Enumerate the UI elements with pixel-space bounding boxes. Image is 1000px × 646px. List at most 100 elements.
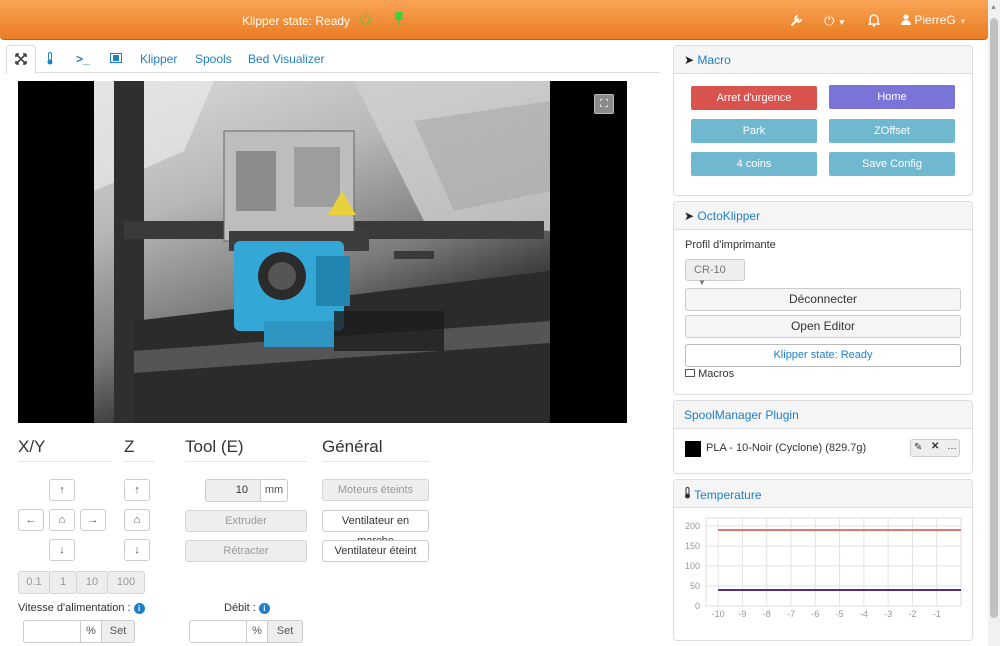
chart-x-tick-label: -10 bbox=[712, 609, 725, 619]
spool-label: PLA - 10-Noir (Cyclone) (829.7g) bbox=[706, 442, 867, 454]
home-button[interactable]: Home bbox=[829, 85, 955, 109]
feed-rate-input[interactable] bbox=[23, 620, 81, 643]
list-icon bbox=[685, 369, 695, 377]
arrow-up-icon: ↑ bbox=[59, 484, 65, 496]
tool-divider bbox=[185, 461, 307, 462]
chart-x-tick-label: -4 bbox=[860, 609, 868, 619]
zoffset-button[interactable]: ZOffset bbox=[829, 119, 955, 143]
scrollbar-thumb[interactable] bbox=[990, 18, 998, 618]
tab-temperature[interactable] bbox=[38, 45, 62, 74]
octoklipper-panel-header[interactable]: ➤ OctoKlipper bbox=[674, 202, 972, 230]
webcam-image bbox=[94, 81, 550, 423]
user-menu[interactable]: PierreG ▼ bbox=[901, 13, 967, 27]
arrow-up-icon: ↑ bbox=[134, 484, 140, 496]
chart-x-tick-label: -6 bbox=[811, 609, 819, 619]
tab-spools[interactable]: Spools bbox=[187, 45, 240, 74]
home-icon: ⌂ bbox=[133, 514, 141, 526]
extrude-button[interactable]: Extruder bbox=[185, 510, 307, 532]
scroll-up-icon[interactable]: ▲ bbox=[990, 4, 997, 11]
park-button[interactable]: Park bbox=[691, 119, 817, 143]
chart-y-tick-label: 150 bbox=[685, 541, 700, 551]
save-config-button[interactable]: Save Config bbox=[829, 152, 955, 176]
fullscreen-button[interactable]: ⛶ bbox=[594, 94, 614, 114]
terminal-icon: >_ bbox=[76, 52, 90, 66]
spool-actions: ✎ ✕ … bbox=[910, 439, 960, 457]
tab-bed-visualizer[interactable]: Bed Visualizer bbox=[240, 45, 333, 74]
edit-icon[interactable]: ✎ bbox=[914, 442, 922, 453]
jog-x-plus-button[interactable]: → bbox=[80, 509, 106, 531]
thermometer-icon bbox=[47, 52, 53, 65]
spoolmanager-panel-header[interactable]: SpoolManager Plugin bbox=[674, 401, 972, 429]
jog-y-minus-button[interactable]: ↓ bbox=[49, 539, 75, 561]
profile-select[interactable]: CR-10 ▼ bbox=[685, 259, 745, 287]
feed-rate-unit: % bbox=[80, 620, 102, 643]
jog-x-minus-button[interactable]: ← bbox=[18, 509, 44, 531]
feed-rate-set-button[interactable]: Set bbox=[101, 620, 135, 643]
arrow-right-icon: → bbox=[87, 514, 99, 526]
z-heading: Z bbox=[124, 437, 135, 456]
chart-x-tick-label: -5 bbox=[836, 609, 844, 619]
tab-klipper[interactable]: Klipper bbox=[132, 45, 185, 74]
distance-10-button[interactable]: 10 bbox=[76, 571, 108, 594]
info-icon[interactable]: i bbox=[258, 603, 270, 614]
info-icon[interactable]: i bbox=[133, 603, 145, 614]
macro-panel-header[interactable]: ➤ Macro bbox=[674, 46, 972, 74]
feed-rate-text: Vitesse d'alimentation : bbox=[18, 602, 131, 614]
jog-y-plus-button[interactable]: ↑ bbox=[49, 479, 75, 501]
four-corners-button[interactable]: 4 coins bbox=[691, 152, 817, 176]
tool-heading: Tool (E) bbox=[185, 437, 244, 456]
extrude-amount-input[interactable]: 10 bbox=[205, 479, 261, 502]
temperature-chart: 0 50 100 150 200 -10 -9 -8 -7 -6 -5 -4 -3 -2 -1 bbox=[685, 517, 962, 619]
jog-z-minus-button[interactable]: ↓ bbox=[124, 539, 150, 561]
motors-off-button[interactable]: Moteurs éteints bbox=[322, 479, 429, 501]
power-icon[interactable]: ⏻ ▼ bbox=[824, 13, 846, 29]
distance-100-button[interactable]: 100 bbox=[107, 571, 145, 594]
spoolmanager-panel-title: SpoolManager Plugin bbox=[684, 408, 799, 422]
emergency-stop-button[interactable]: Arret d'urgence bbox=[691, 86, 817, 110]
chart-x-tick-label: -7 bbox=[787, 609, 795, 619]
home-xy-button[interactable]: ⌂ bbox=[49, 509, 75, 531]
webcam-stream: ⛶ bbox=[18, 81, 627, 423]
temperature-panel-title: Temperature bbox=[694, 488, 762, 502]
page-scrollbar[interactable]: ▲ bbox=[988, 0, 1000, 646]
distance-1-button[interactable]: 1 bbox=[49, 571, 77, 594]
fan-on-button[interactable]: Ventilateur en marche bbox=[322, 510, 429, 547]
fullscreen-icon: ⛶ bbox=[600, 98, 608, 110]
jog-z-plus-button[interactable]: ↑ bbox=[124, 479, 150, 501]
more-icon[interactable]: … bbox=[947, 441, 957, 452]
xy-divider bbox=[18, 461, 112, 462]
open-editor-button[interactable]: Open Editor bbox=[685, 315, 961, 338]
xy-heading: X/Y bbox=[18, 437, 46, 456]
home-z-button[interactable]: ⌂ bbox=[124, 509, 150, 531]
tab-terminal[interactable]: >_ bbox=[68, 45, 98, 74]
chart-x-tick-label: -3 bbox=[884, 609, 892, 619]
macros-link[interactable]: Macros bbox=[685, 368, 734, 380]
bell-icon[interactable] bbox=[868, 13, 880, 27]
expand-icon bbox=[15, 53, 27, 65]
general-heading: Général bbox=[322, 437, 383, 456]
extrude-unit: mm bbox=[260, 479, 288, 502]
chart-x-tick-label: -1 bbox=[933, 609, 941, 619]
flow-rate-input[interactable] bbox=[189, 620, 247, 643]
flow-rate-set-button[interactable]: Set bbox=[267, 620, 303, 643]
thermometer-icon bbox=[685, 487, 690, 499]
profile-value: CR-10 bbox=[694, 264, 726, 276]
retract-button[interactable]: Rétracter bbox=[185, 540, 307, 562]
tab-timelapse[interactable] bbox=[102, 45, 130, 74]
macro-panel: ➤ Macro Arret d'urgence Home Park ZOffse… bbox=[673, 45, 973, 196]
rocket-icon: ➤ bbox=[684, 53, 695, 67]
film-icon bbox=[110, 53, 122, 63]
distance-0-1-button[interactable]: 0.1 bbox=[18, 571, 50, 594]
fan-off-button[interactable]: Ventilateur éteint bbox=[322, 540, 429, 562]
chart-x-tick-label: -9 bbox=[738, 609, 746, 619]
disconnect-button[interactable]: Déconnecter bbox=[685, 288, 961, 311]
close-icon[interactable]: ✕ bbox=[931, 441, 939, 452]
spoolmanager-panel: SpoolManager Plugin PLA - 10-Noir (Cyclo… bbox=[673, 400, 973, 474]
wrench-icon[interactable] bbox=[790, 13, 804, 27]
temperature-panel-header[interactable]: Temperature bbox=[674, 480, 972, 508]
z-divider bbox=[124, 461, 154, 462]
user-name: PierreG bbox=[914, 13, 956, 27]
chart-y-tick-label: 0 bbox=[695, 601, 700, 611]
tab-control[interactable] bbox=[6, 45, 36, 74]
chart-y-tick-label: 100 bbox=[685, 561, 700, 571]
